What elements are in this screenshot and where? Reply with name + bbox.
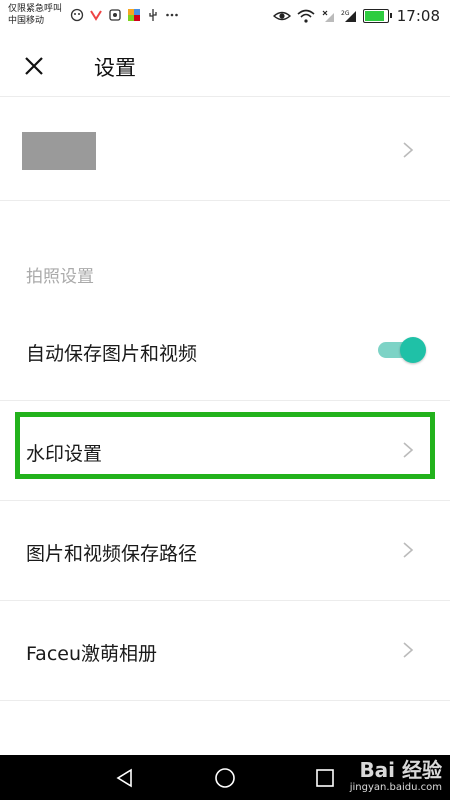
carrier-line-2: 中国移动 — [8, 16, 45, 26]
page-title: 设置 — [94, 56, 136, 80]
screen: 仅限紧急呼叫 中国移动 2G 17:08 设置 拍照设置 自动保存图片和视频 水… — [0, 0, 450, 800]
app-bar: 设置 — [0, 34, 450, 96]
setting-row-faceu-album[interactable]: Faceu激萌相册 — [0, 600, 450, 700]
watermark-sub: jingyan.baidu.com — [349, 782, 442, 793]
no-signal-icon — [322, 10, 334, 22]
close-icon — [25, 57, 43, 75]
divider — [0, 700, 450, 701]
auto-save-toggle[interactable] — [378, 336, 426, 364]
status-icons-left — [70, 8, 179, 22]
avatar — [22, 132, 96, 170]
divider — [0, 200, 450, 201]
usb-icon — [149, 9, 157, 21]
recents-button[interactable] — [312, 765, 338, 791]
back-button[interactable] — [112, 765, 138, 791]
signal-icon: 2G — [341, 10, 356, 22]
chevron-right-icon — [403, 142, 414, 158]
recents-icon — [316, 769, 334, 787]
app-icon — [109, 9, 121, 21]
eye-icon — [272, 11, 291, 21]
wifi-icon — [297, 9, 315, 23]
home-button[interactable] — [212, 765, 238, 791]
setting-row-save-path[interactable]: 图片和视频保存路径 — [0, 500, 450, 600]
setting-label: Faceu激萌相册 — [26, 643, 158, 665]
chevron-right-icon — [403, 542, 414, 558]
setting-label: 自动保存图片和视频 — [26, 343, 198, 365]
watermark-main: Bai 经验 — [359, 758, 442, 782]
app-icon — [90, 10, 102, 21]
close-button[interactable] — [18, 50, 50, 82]
chevron-right-icon — [403, 642, 414, 658]
navigation-bar: Bai 经验 jingyan.baidu.com — [0, 755, 450, 800]
signal-label: 2G — [341, 10, 350, 17]
divider — [0, 96, 450, 97]
battery-icon — [362, 9, 392, 23]
setting-label: 图片和视频保存路径 — [26, 543, 198, 565]
clock: 17:08 — [396, 7, 440, 25]
section-title: 拍照设置 — [26, 267, 94, 287]
watermark: Bai 经验 jingyan.baidu.com — [350, 755, 442, 800]
home-icon — [215, 768, 235, 788]
back-icon — [116, 768, 132, 788]
toggle-knob — [400, 337, 426, 363]
carrier-line-1: 仅限紧急呼叫 — [8, 4, 63, 14]
more-icon — [166, 13, 178, 17]
highlight-box — [15, 412, 435, 479]
app-icon — [128, 9, 140, 21]
status-icons-right: 2G 17:08 — [272, 7, 440, 25]
carrier-info: 仅限紧急呼叫 中国移动 — [8, 3, 62, 27]
notification-icon — [70, 8, 84, 22]
account-row[interactable] — [0, 100, 450, 200]
status-bar: 仅限紧急呼叫 中国移动 2G 17:08 — [0, 0, 450, 34]
